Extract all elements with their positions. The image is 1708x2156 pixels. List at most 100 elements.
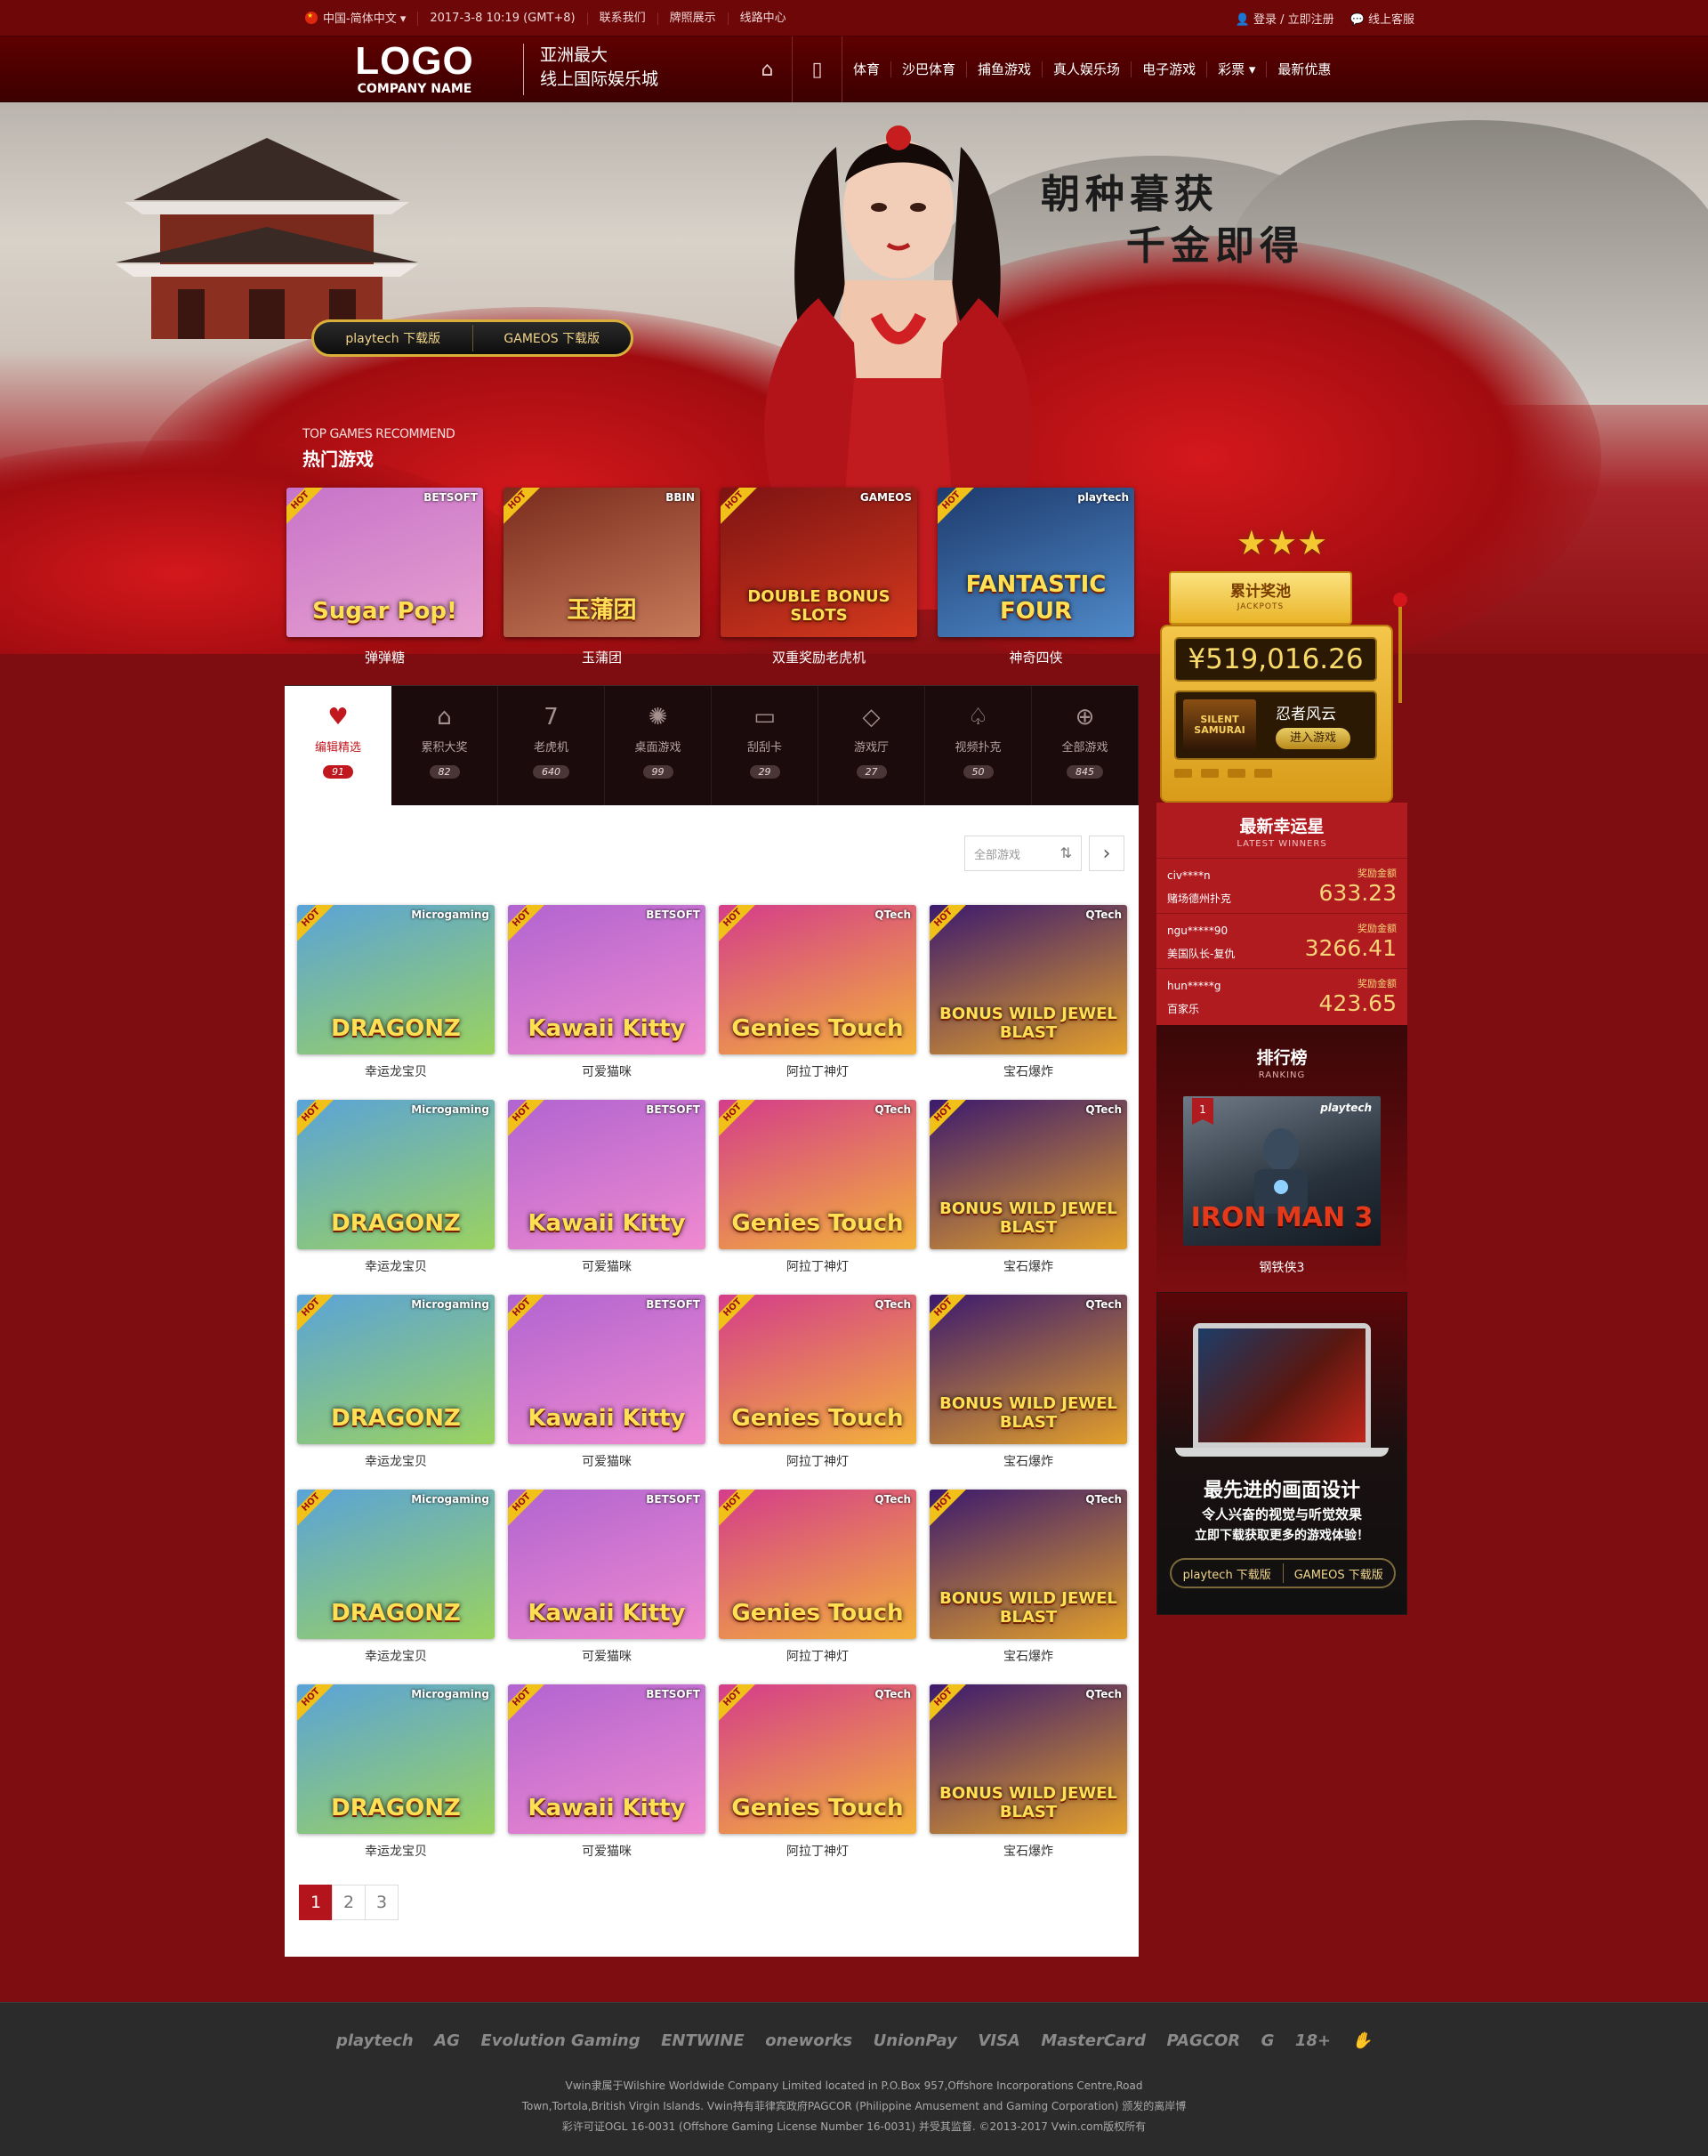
game-thumbnail[interactable]: HOT BETSOFT Kawaii Kitty xyxy=(508,1490,705,1639)
game-thumbnail[interactable]: HOT QTech BONUS WILD JEWEL BLAST xyxy=(930,1490,1127,1639)
hot-badge: HOT xyxy=(297,1490,335,1527)
top-game-item[interactable]: HOT playtech FANTASTIC FOUR 神奇四侠 xyxy=(938,488,1134,666)
game-grid-item[interactable]: HOT BETSOFT Kawaii Kitty 可爱猫咪 xyxy=(508,1490,705,1684)
top-game-item[interactable]: HOT GAMEOS DOUBLE BONUS SLOTS 双重奖励老虎机 xyxy=(721,488,917,666)
page-2-button[interactable]: 2 xyxy=(332,1885,366,1920)
game-grid-item[interactable]: HOT QTech Genies Touch 阿拉丁神灯 xyxy=(719,1684,916,1879)
game-thumbnail[interactable]: HOT playtech FANTASTIC FOUR xyxy=(938,488,1134,637)
game-grid-item[interactable]: HOT QTech BONUS WILD JEWEL BLAST 宝石爆炸 xyxy=(930,1684,1127,1879)
tab-heart[interactable]: ♥ 编辑精选 91 xyxy=(285,686,391,806)
game-grid-item[interactable]: HOT QTech Genies Touch 阿拉丁神灯 xyxy=(719,1295,916,1490)
game-thumbnail[interactable]: HOT QTech BONUS WILD JEWEL BLAST xyxy=(930,905,1127,1054)
seven-icon: 7 xyxy=(544,704,559,731)
game-thumbnail[interactable]: HOT BETSOFT Kawaii Kitty xyxy=(508,1295,705,1444)
game-thumbnail[interactable]: HOT QTech BONUS WILD JEWEL BLAST xyxy=(930,1684,1127,1834)
game-grid-item[interactable]: HOT BETSOFT Kawaii Kitty 可爱猫咪 xyxy=(508,1295,705,1490)
game-grid-item[interactable]: HOT QTech BONUS WILD JEWEL BLAST 宝石爆炸 xyxy=(930,1490,1127,1684)
copyright: Vwin隶属于Wilshire Worldwide Company Limite… xyxy=(521,2079,1187,2133)
language-selector[interactable]: 中国-简体中文 ▾ xyxy=(294,10,419,26)
game-thumbnail[interactable]: HOT Microgaming DRAGONZ xyxy=(297,1684,495,1834)
game-grid-item[interactable]: HOT BETSOFT Kawaii Kitty 可爱猫咪 xyxy=(508,905,705,1100)
game-thumbnail[interactable]: HOT BETSOFT Sugar Pop! xyxy=(286,488,483,637)
game-thumbnail[interactable]: HOT QTech Genies Touch xyxy=(719,1490,916,1639)
game-grid-item[interactable]: HOT QTech BONUS WILD JEWEL BLAST 宝石爆炸 xyxy=(930,1100,1127,1295)
nav-slots[interactable]: 电子游戏 xyxy=(1132,61,1208,77)
online-service-link[interactable]: 💬 线上客服 xyxy=(1350,10,1414,27)
tab-ticket[interactable]: ▭ 刮刮卡 29 xyxy=(712,686,818,806)
winner-user: hun*****g xyxy=(1167,980,1221,992)
top-game-item[interactable]: HOT BETSOFT Sugar Pop! 弹弹糖 xyxy=(286,488,483,666)
nav-fishing[interactable]: 捕鱼游戏 xyxy=(967,61,1043,77)
partner-logo: UnionPay xyxy=(873,2031,957,2050)
game-grid-item[interactable]: HOT Microgaming DRAGONZ 幸运龙宝贝 xyxy=(297,1100,495,1295)
game-title-art: DRAGONZ xyxy=(331,1210,461,1237)
tab-gamepad[interactable]: ⊕ 全部游戏 845 xyxy=(1032,686,1139,806)
game-filter-select[interactable]: 全部游戏 ⇅ xyxy=(964,836,1082,871)
game-thumbnail[interactable]: HOT QTech Genies Touch xyxy=(719,1295,916,1444)
game-thumbnail[interactable]: HOT Microgaming DRAGONZ xyxy=(297,1100,495,1249)
ranking-game-thumbnail[interactable]: 1 playtech IRON MAN 3 xyxy=(1183,1096,1381,1246)
game-thumbnail[interactable]: HOT QTech Genies Touch xyxy=(719,1684,916,1834)
game-thumbnail[interactable]: HOT Microgaming DRAGONZ xyxy=(297,905,495,1054)
top-games-list: HOT BETSOFT Sugar Pop! 弹弹糖 HOT BBIN 玉蒲团 玉蒲团 HOT G… xyxy=(286,488,1134,666)
game-thumbnail[interactable]: HOT QTech BONUS WILD JEWEL BLAST xyxy=(930,1100,1127,1249)
game-grid-item[interactable]: HOT Microgaming DRAGONZ 幸运龙宝贝 xyxy=(297,1490,495,1684)
game-thumbnail[interactable]: HOT Microgaming DRAGONZ xyxy=(297,1295,495,1444)
nav-promotions[interactable]: 最新优惠 xyxy=(1267,61,1341,77)
jackpot-game-thumbnail[interactable]: SILENT SAMURAI xyxy=(1183,699,1256,751)
nav-lottery[interactable]: 彩票 ▾ xyxy=(1207,61,1268,77)
game-thumbnail[interactable]: HOT QTech Genies Touch xyxy=(719,1100,916,1249)
winner-row: ngu*****90 美国队长-复仇 奖励金额 3266.41 xyxy=(1156,913,1407,968)
login-register-link[interactable]: 👤 登录 / 立即注册 xyxy=(1236,10,1334,27)
home-icon[interactable]: ⌂ xyxy=(743,36,793,102)
game-grid-item[interactable]: HOT QTech Genies Touch 阿拉丁神灯 xyxy=(719,1100,916,1295)
license-link[interactable]: 牌照展示 xyxy=(658,12,729,25)
tab-spade[interactable]: ♤ 视频扑克 50 xyxy=(925,686,1032,806)
game-thumbnail[interactable]: HOT BETSOFT Kawaii Kitty xyxy=(508,1100,705,1249)
game-thumbnail[interactable]: HOT QTech Genies Touch xyxy=(719,905,916,1054)
tab-count-badge: 91 xyxy=(323,765,353,779)
game-grid-item[interactable]: HOT QTech Genies Touch 阿拉丁神灯 xyxy=(719,905,916,1100)
gameos-download-button[interactable]: GAMEOS 下载版 xyxy=(473,329,632,347)
game-grid-item[interactable]: HOT QTech BONUS WILD JEWEL BLAST 宝石爆炸 xyxy=(930,1295,1127,1490)
tab-gift[interactable]: ⌂ 累积大奖 82 xyxy=(391,686,498,806)
contact-link[interactable]: 联系我们 xyxy=(588,12,658,25)
hot-badge: HOT xyxy=(719,1295,757,1332)
page-1-button[interactable]: 1 xyxy=(299,1885,333,1920)
game-grid-item[interactable]: HOT BETSOFT Kawaii Kitty 可爱猫咪 xyxy=(508,1100,705,1295)
provider-label: BETSOFT xyxy=(423,491,478,504)
next-arrow-button[interactable]: › xyxy=(1089,836,1124,871)
playtech-download-button[interactable]: playtech 下载版 xyxy=(314,329,472,347)
game-grid-item[interactable]: HOT Microgaming DRAGONZ 幸运龙宝贝 xyxy=(297,905,495,1100)
game-grid-item[interactable]: HOT QTech BONUS WILD JEWEL BLAST 宝石爆炸 xyxy=(930,905,1127,1100)
game-thumbnail[interactable]: HOT QTech BONUS WILD JEWEL BLAST xyxy=(930,1295,1127,1444)
line-center-link[interactable]: 线路中心 xyxy=(729,12,798,25)
top-game-item[interactable]: HOT BBIN 玉蒲团 玉蒲团 xyxy=(504,488,700,666)
nav-live-casino[interactable]: 真人娱乐场 xyxy=(1043,61,1132,77)
game-thumbnail[interactable]: HOT GAMEOS DOUBLE BONUS SLOTS xyxy=(721,488,917,637)
game-grid-item[interactable]: HOT Microgaming DRAGONZ 幸运龙宝贝 xyxy=(297,1684,495,1879)
game-thumbnail[interactable]: HOT Microgaming DRAGONZ xyxy=(297,1490,495,1639)
game-grid-item[interactable]: HOT BETSOFT Kawaii Kitty 可爱猫咪 xyxy=(508,1684,705,1879)
playtech-download-button[interactable]: playtech 下载版 xyxy=(1172,1565,1283,1582)
game-grid: HOT Microgaming DRAGONZ 幸运龙宝贝 HOT BETSOFT Kawa… xyxy=(297,905,1127,1879)
mobile-icon[interactable]: ▯ xyxy=(793,36,842,102)
tab-seven[interactable]: 7 老虎机 640 xyxy=(498,686,605,806)
nav-sports[interactable]: 体育 xyxy=(842,61,892,77)
nav-saba-sports[interactable]: 沙巴体育 xyxy=(891,61,968,77)
enter-game-button[interactable]: 进入游戏 xyxy=(1276,728,1350,749)
game-thumbnail[interactable]: HOT BETSOFT Kawaii Kitty xyxy=(508,1684,705,1834)
game-grid-item[interactable]: HOT Microgaming DRAGONZ 幸运龙宝贝 xyxy=(297,1295,495,1490)
tab-diamond[interactable]: ◇ 游戏厅 27 xyxy=(818,686,925,806)
page-3-button[interactable]: 3 xyxy=(365,1885,399,1920)
game-grid-item[interactable]: HOT QTech Genies Touch 阿拉丁神灯 xyxy=(719,1490,916,1684)
game-thumbnail[interactable]: HOT BBIN 玉蒲团 xyxy=(504,488,700,637)
tab-chip[interactable]: ✺ 桌面游戏 99 xyxy=(605,686,712,806)
game-thumbnail[interactable]: HOT BETSOFT Kawaii Kitty xyxy=(508,905,705,1054)
logo[interactable]: LOGO COMPANY NAME xyxy=(348,41,481,98)
gameos-download-button[interactable]: GAMEOS 下载版 xyxy=(1284,1565,1395,1582)
tab-count-badge: 27 xyxy=(856,765,887,779)
provider-label: QTech xyxy=(1085,908,1122,921)
provider-label: QTech xyxy=(874,908,911,921)
tab-label: 累积大奖 xyxy=(421,741,468,755)
